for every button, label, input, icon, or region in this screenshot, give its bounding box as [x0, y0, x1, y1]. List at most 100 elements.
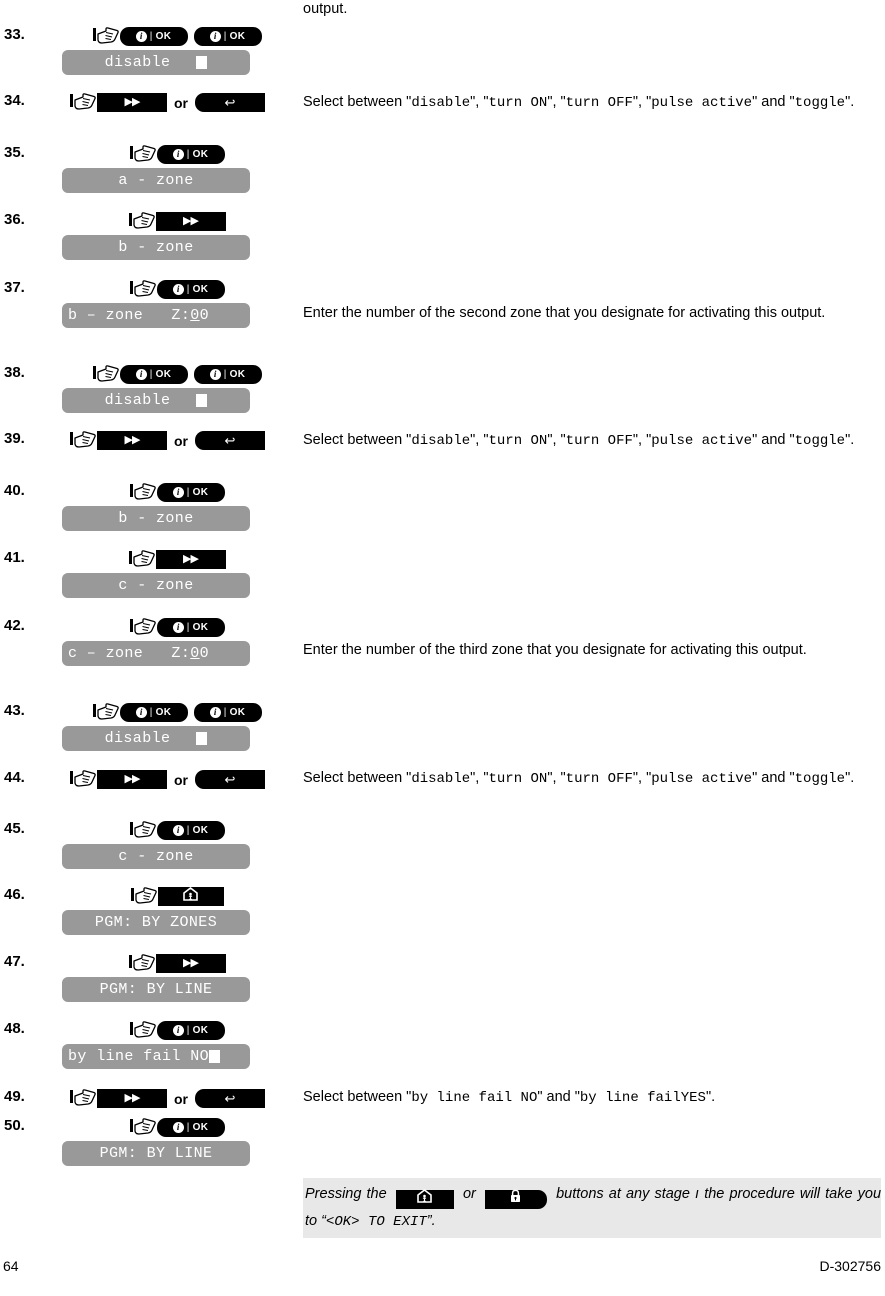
lock-button[interactable]: [484, 1189, 547, 1209]
ok-button[interactable]: i | OK: [156, 280, 225, 299]
lcd-cursor-block: [196, 394, 208, 407]
next-button[interactable]: ▶▶: [97, 431, 167, 450]
key-sequence: i | OK: [62, 820, 292, 841]
opt-toggle: toggle: [794, 771, 846, 787]
step-number: 50.: [4, 1117, 25, 1134]
back-button[interactable]: ↩: [195, 431, 265, 450]
back-button[interactable]: ↩: [195, 770, 265, 789]
lcd-text: PGM: BY LINE: [99, 981, 213, 998]
step-34-description: Select between "disable", "turn ON", "tu…: [303, 94, 855, 111]
intro-continued-text: output.: [303, 1, 348, 17]
lcd-display: disable: [62, 726, 250, 751]
ok-label: OK: [155, 707, 172, 718]
lcd-display: disable: [62, 50, 250, 75]
ok-label: OK: [192, 825, 209, 836]
ok-button[interactable]: i | OK: [193, 365, 262, 384]
step-number: 49.: [4, 1088, 25, 1105]
pointing-hand-icon: [70, 93, 96, 110]
ok-label: OK: [192, 487, 209, 498]
ok-button[interactable]: i | OK: [119, 703, 188, 722]
lcd-display: disable: [62, 388, 250, 413]
lcd-text: PGM: BY LINE: [99, 1145, 213, 1162]
key-sequence: i | OK i | OK: [62, 364, 292, 385]
key-sequence: ▶▶ or ↩: [62, 92, 292, 113]
back-button[interactable]: ↩: [195, 93, 265, 112]
step-number: 46.: [4, 886, 25, 903]
fast-forward-icon: ▶▶: [124, 434, 141, 446]
pointing-hand-icon: [129, 1118, 156, 1135]
info-icon: i: [172, 622, 184, 633]
opt-turn-on: turn ON: [488, 433, 548, 449]
or-label: or: [174, 771, 188, 788]
lcd-text: b – zone Z:00: [68, 307, 210, 324]
step-number: 47.: [4, 953, 25, 970]
next-button[interactable]: ▶▶: [97, 1089, 167, 1108]
key-separator: |: [223, 707, 227, 718]
lcd-text: disable: [104, 54, 171, 71]
desc-and: and ": [761, 432, 795, 448]
home-icon: [417, 1187, 433, 1211]
ok-button[interactable]: i | OK: [193, 703, 262, 722]
info-icon: i: [172, 487, 184, 498]
ok-label: OK: [192, 284, 209, 295]
pointing-hand-icon: [70, 431, 96, 448]
next-button[interactable]: ▶▶: [97, 770, 167, 789]
step-number: 39.: [4, 430, 25, 447]
lcd-display: b – zone Z:00: [62, 303, 250, 328]
home-button[interactable]: [157, 886, 224, 906]
ok-button[interactable]: i | OK: [156, 821, 225, 840]
home-icon: [183, 886, 198, 906]
opt-turn-on: turn ON: [488, 95, 548, 111]
step-39-description: Select between "disable", "turn ON", "tu…: [303, 432, 855, 449]
step-44-description: Select between "disable", "turn ON", "tu…: [303, 770, 855, 787]
pointing-hand-icon: [128, 954, 155, 971]
ok-button[interactable]: i | OK: [156, 1021, 225, 1040]
next-button[interactable]: ▶▶: [155, 550, 226, 569]
page-number: 64: [3, 1258, 19, 1274]
next-button[interactable]: ▶▶: [155, 954, 226, 973]
lcd-display: c - zone: [62, 844, 250, 869]
key-separator: |: [186, 622, 190, 633]
next-button[interactable]: ▶▶: [97, 93, 167, 112]
home-button[interactable]: [395, 1187, 454, 1211]
key-sequence: ▶▶: [62, 211, 292, 232]
info-icon: i: [209, 31, 221, 42]
back-arrow-icon: ↩: [224, 1091, 236, 1106]
pointing-hand-icon: [130, 887, 157, 904]
pointing-hand-icon: [129, 145, 156, 162]
opt-disable: disable: [411, 771, 471, 787]
ok-button[interactable]: i | OK: [193, 27, 262, 46]
pointing-hand-icon: [70, 1089, 96, 1106]
desc-prefix: Select between ": [303, 432, 412, 448]
step-49-description: Select between "by line fail NO" and "by…: [303, 1089, 716, 1106]
step-number: 45.: [4, 820, 25, 837]
ok-label: OK: [229, 369, 246, 380]
info-icon: i: [172, 1025, 184, 1036]
step-37-description: Enter the number of the second zone that…: [303, 305, 826, 321]
step-number: 36.: [4, 211, 25, 228]
fast-forward-icon: ▶▶: [124, 96, 141, 108]
back-button[interactable]: ↩: [195, 1089, 265, 1108]
ok-button[interactable]: i | OK: [156, 618, 225, 637]
lcd-text: c - zone: [118, 577, 194, 594]
desc-and: and ": [761, 94, 795, 110]
lcd-text: b - zone: [118, 239, 194, 256]
ok-button[interactable]: i | OK: [156, 483, 225, 502]
step-42-description: Enter the number of the third zone that …: [303, 642, 807, 658]
key-sequence: i | OK i | OK: [62, 702, 292, 723]
ok-button[interactable]: i | OK: [156, 145, 225, 164]
or-label: or: [174, 1090, 188, 1107]
note-text-part4: ”.: [426, 1212, 436, 1229]
opt-line-fail-yes: by line failYES: [579, 1090, 706, 1106]
step-number: 48.: [4, 1020, 25, 1037]
ok-button[interactable]: i | OK: [156, 1118, 225, 1137]
ok-button[interactable]: i | OK: [119, 27, 188, 46]
step-number: 42.: [4, 617, 25, 634]
ok-label: OK: [192, 149, 209, 160]
ok-button[interactable]: i | OK: [119, 365, 188, 384]
key-sequence: i | OK: [62, 279, 292, 300]
pointing-hand-icon: [92, 703, 119, 720]
lcd-cursor-block: [196, 732, 208, 745]
opt-turn-off: turn OFF: [565, 95, 633, 111]
next-button[interactable]: ▶▶: [155, 212, 226, 231]
